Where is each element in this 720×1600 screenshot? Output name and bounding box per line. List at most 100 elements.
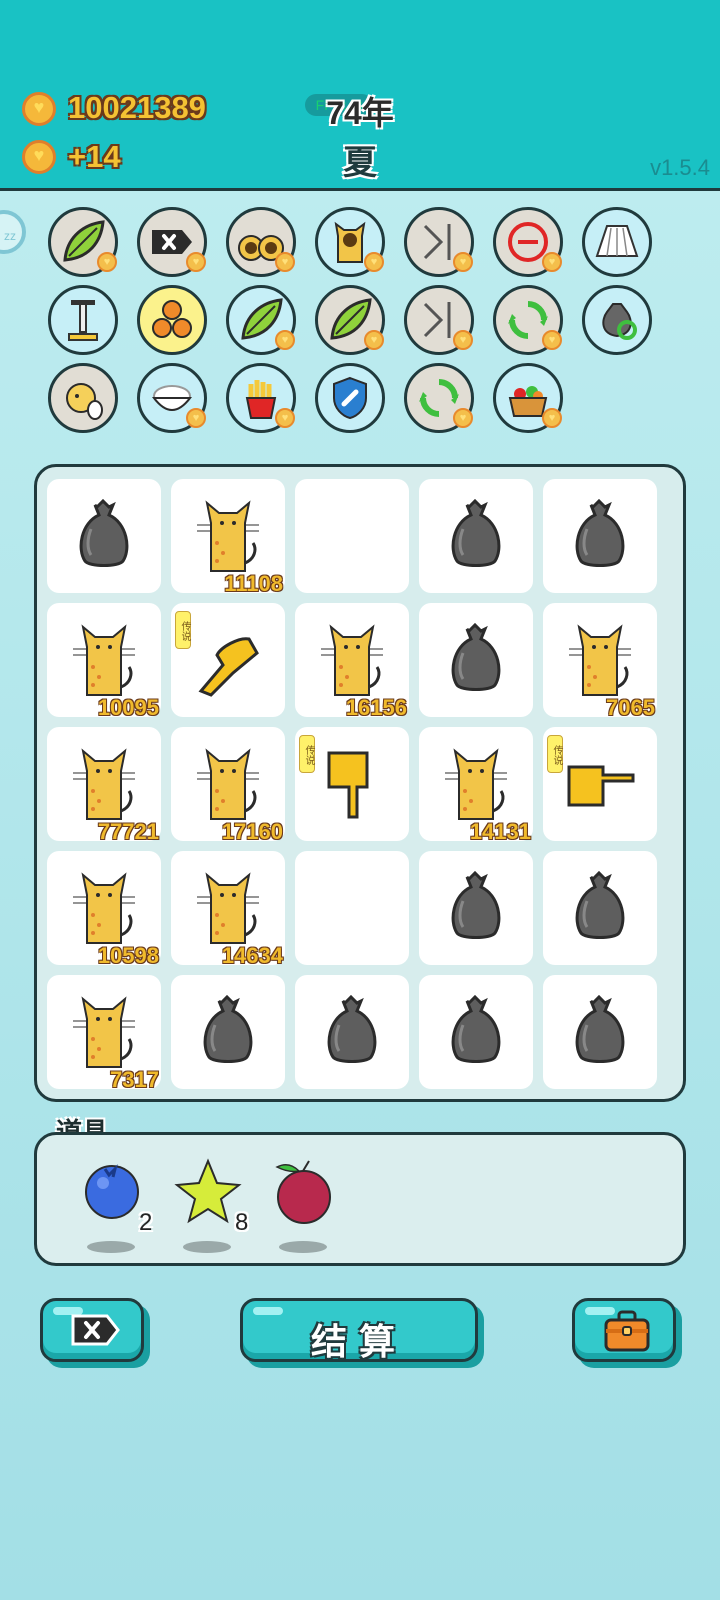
perk-slot[interactable] — [137, 285, 207, 355]
board-cell[interactable]: 17160 — [171, 727, 285, 844]
heart-badge-icon: ♥ — [453, 330, 473, 350]
board-cell[interactable]: 7065 — [543, 603, 657, 720]
cell-value: 7065 — [606, 695, 655, 720]
prop-item[interactable] — [269, 1157, 349, 1257]
cell-value: 11108 — [224, 571, 283, 596]
perk-slot[interactable]: ♥ — [315, 285, 385, 355]
prop-item[interactable]: 8 — [173, 1157, 253, 1257]
heart-badge-icon: ♥ — [186, 252, 206, 272]
board-cell[interactable] — [295, 975, 409, 1089]
coin-total: 10021389 — [68, 90, 206, 125]
trash-bag-icon — [203, 995, 253, 1063]
skirt-icon — [595, 225, 639, 257]
heart-badge-icon: ♥ — [542, 252, 562, 272]
board-cell[interactable] — [543, 479, 657, 593]
perk-slot[interactable]: ♥ — [404, 285, 474, 355]
heart-badge-icon: ♥ — [542, 408, 562, 428]
perk-slot[interactable]: ♥ — [48, 207, 118, 277]
perk-slot[interactable]: ♥ — [493, 207, 563, 277]
pointing-right-hand-icon — [567, 765, 635, 807]
cell-value: 10095 — [97, 695, 159, 720]
cat-icon — [321, 624, 383, 696]
star-fruit-icon — [174, 1158, 242, 1224]
trash-bag-icon — [79, 499, 129, 567]
board-cell[interactable] — [419, 479, 533, 593]
coin-icon — [22, 140, 56, 174]
trash-bag-icon — [575, 871, 625, 939]
bag-button[interactable] — [572, 1298, 676, 1362]
remove-button[interactable] — [40, 1298, 144, 1362]
trash-bag-icon — [451, 499, 501, 567]
props-panel: 28 — [34, 1132, 686, 1266]
board-cell[interactable]: 14634 — [171, 851, 285, 968]
perk-slot[interactable]: ♥ — [226, 207, 296, 277]
perk-slot[interactable] — [48, 285, 118, 355]
perk-slot[interactable]: ♥ — [137, 207, 207, 277]
board-cell[interactable]: 77721 — [47, 727, 161, 844]
perk-slot[interactable]: ♥ — [137, 363, 207, 433]
board-cell[interactable]: 10598 — [47, 851, 161, 968]
cat-icon — [569, 624, 631, 696]
shield-wrench-icon — [333, 376, 367, 420]
legend-tag: 传说 — [547, 735, 563, 773]
perk-slot[interactable]: ♥ — [315, 207, 385, 277]
trash-bag-icon — [327, 995, 377, 1063]
board-cell[interactable]: 传说 — [295, 727, 409, 841]
cat-icon — [445, 748, 507, 820]
prop-item[interactable]: 2 — [77, 1157, 157, 1257]
perk-slot[interactable]: ♥ — [226, 363, 296, 433]
trash-bag-icon — [451, 871, 501, 939]
board-cell[interactable] — [171, 975, 285, 1089]
perk-slot[interactable]: ♥ — [493, 285, 563, 355]
settle-button[interactable]: 结算 — [240, 1298, 478, 1362]
heart-badge-icon: ♥ — [364, 330, 384, 350]
perk-slot[interactable]: ♥ — [493, 363, 563, 433]
perk-slot[interactable]: ♥ — [404, 207, 474, 277]
board-cell[interactable]: 7317 — [47, 975, 161, 1092]
legend-tag: 传说 — [175, 611, 191, 649]
board-cell[interactable]: 10095 — [47, 603, 161, 720]
board-cell[interactable]: 传说 — [543, 727, 657, 841]
prop-count: 8 — [235, 1209, 249, 1236]
board-cell[interactable] — [419, 603, 533, 717]
cell-value: 10598 — [97, 943, 159, 968]
board-cell[interactable]: 16156 — [295, 603, 409, 720]
board-cell[interactable] — [543, 975, 657, 1089]
bayberry-icon — [275, 1160, 331, 1224]
board-cell[interactable]: 传说 — [171, 603, 285, 717]
delete-tag-icon — [71, 1314, 120, 1346]
trash-bag-icon — [575, 995, 625, 1063]
cell-value: 16156 — [345, 695, 407, 720]
heart-badge-icon: ♥ — [542, 330, 562, 350]
board-cell[interactable] — [295, 851, 409, 965]
board-cell[interactable] — [419, 851, 533, 965]
pump-icon — [68, 300, 98, 341]
cat-icon — [197, 500, 259, 572]
heart-badge-icon: ♥ — [453, 408, 473, 428]
board-cell[interactable] — [543, 851, 657, 965]
balls-icon — [152, 300, 192, 338]
game-board: 11108 10095 传说 16156 7065 77721 17160 传说 14131 传说… — [34, 464, 686, 1102]
cat-icon — [73, 872, 135, 944]
perk-slot[interactable] — [582, 285, 652, 355]
board-cell[interactable] — [295, 479, 409, 593]
legend-tag: 传说 — [299, 735, 315, 773]
board-cell[interactable] — [47, 479, 161, 593]
perk-slot[interactable]: ♥ — [404, 363, 474, 433]
cat-icon — [197, 748, 259, 820]
perk-slot[interactable] — [315, 363, 385, 433]
year-label: 74年 — [326, 95, 394, 131]
board-cell[interactable]: 14131 — [419, 727, 533, 844]
heart-badge-icon: ♥ — [97, 252, 117, 272]
board-cell[interactable] — [419, 975, 533, 1089]
heart-badge-icon: ♥ — [186, 408, 206, 428]
heart-badge-icon: ♥ — [275, 330, 295, 350]
perk-slot[interactable]: ♥ — [226, 285, 296, 355]
cell-value: 17160 — [221, 819, 283, 844]
cell-value: 77721 — [97, 819, 159, 844]
board-cell[interactable]: 11108 — [171, 479, 285, 596]
perk-slot[interactable] — [48, 363, 118, 433]
coin-income: +14 — [68, 139, 121, 174]
top-bar: 10021389 +14 FPS:43 74年 夏 v1.5.4 — [0, 0, 720, 191]
perk-slot[interactable] — [582, 207, 652, 277]
